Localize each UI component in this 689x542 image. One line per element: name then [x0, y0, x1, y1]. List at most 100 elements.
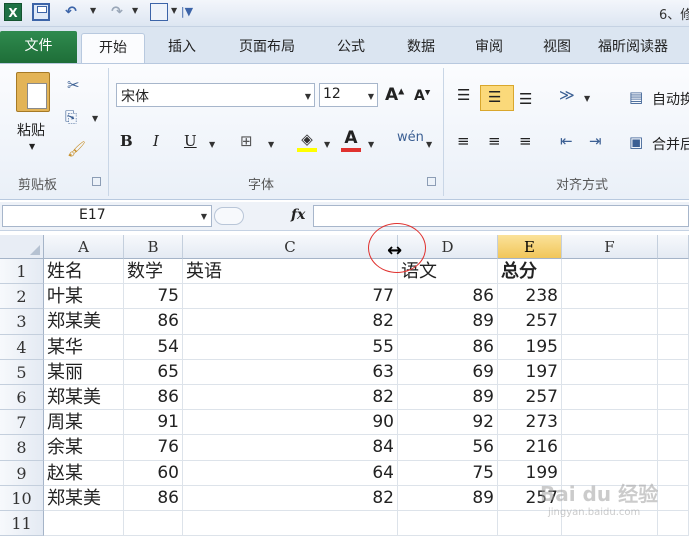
undo-dropdown-icon[interactable]: ▼ — [90, 6, 96, 15]
cell-g11[interactable] — [658, 511, 689, 537]
row-header-8[interactable]: 8 — [0, 435, 44, 461]
chevron-down-icon[interactable]: ▼ — [305, 92, 311, 101]
cell-e2[interactable]: 238 — [498, 284, 562, 310]
orientation-icon[interactable]: ≫ — [559, 86, 575, 104]
redo-icon[interactable]: ↷ — [108, 3, 126, 21]
cell-d6[interactable]: 89 — [398, 385, 498, 411]
cell-g3[interactable] — [658, 309, 689, 335]
cell-g9[interactable] — [658, 460, 689, 486]
cell-a11[interactable] — [44, 511, 124, 537]
column-header-a[interactable]: A — [44, 235, 124, 259]
cell-b7[interactable]: 91 — [124, 410, 183, 436]
tab-review[interactable]: 审阅 — [460, 33, 518, 63]
cell-f8[interactable] — [562, 435, 658, 461]
cell-f4[interactable] — [562, 334, 658, 360]
decrease-font-icon[interactable]: A▼ — [414, 88, 430, 104]
cell-a2[interactable]: 叶某 — [44, 284, 124, 310]
align-top-icon[interactable]: ☰ — [457, 86, 470, 104]
tab-home[interactable]: 开始 — [81, 33, 145, 63]
cell-f7[interactable] — [562, 410, 658, 436]
cell-a9[interactable]: 赵某 — [44, 460, 124, 486]
cell-g2[interactable] — [658, 284, 689, 310]
cell-f2[interactable] — [562, 284, 658, 310]
row-header-7[interactable]: 7 — [0, 410, 44, 436]
cell-b11[interactable] — [124, 511, 183, 537]
form-dropdown-icon[interactable]: ▼ — [171, 6, 177, 15]
cell-b8[interactable]: 76 — [124, 435, 183, 461]
select-all-button[interactable] — [0, 235, 44, 259]
cell-g7[interactable] — [658, 410, 689, 436]
cell-c6[interactable]: 82 — [183, 385, 398, 411]
tab-formulas[interactable]: 公式 — [322, 33, 380, 63]
cell-a3[interactable]: 郑某美 — [44, 309, 124, 335]
column-header-e[interactable]: E — [498, 235, 562, 259]
paste-dropdown-icon[interactable]: ▼ — [29, 142, 35, 151]
underline-button[interactable]: U — [184, 132, 197, 150]
save-icon[interactable] — [32, 3, 50, 21]
tab-foxit-reader[interactable]: 福昕阅读器 — [598, 33, 689, 63]
tab-data[interactable]: 数据 — [392, 33, 450, 63]
cell-c9[interactable]: 64 — [183, 460, 398, 486]
cell-e1[interactable]: 总分 — [498, 259, 562, 285]
customize-qat-icon[interactable]: |▼ — [178, 3, 196, 21]
format-painter-icon[interactable]: 🖌 — [67, 140, 86, 158]
cell-c8[interactable]: 84 — [183, 435, 398, 461]
cell-e5[interactable]: 197 — [498, 359, 562, 385]
underline-dropdown-icon[interactable]: ▼ — [209, 140, 215, 149]
formula-input[interactable] — [313, 205, 689, 227]
border-icon[interactable]: ⊞ — [240, 132, 253, 150]
cell-c3[interactable]: 82 — [183, 309, 398, 335]
row-header-11[interactable]: 11 — [0, 511, 44, 537]
cell-d5[interactable]: 69 — [398, 359, 498, 385]
cell-b6[interactable]: 86 — [124, 385, 183, 411]
insert-function-icon[interactable]: fx — [291, 207, 305, 223]
paste-button[interactable]: 粘贴 — [17, 120, 45, 140]
cell-d10[interactable]: 89 — [398, 485, 498, 511]
form-icon[interactable] — [150, 3, 168, 21]
redo-dropdown-icon[interactable]: ▼ — [132, 6, 138, 15]
cell-c5[interactable]: 63 — [183, 359, 398, 385]
orientation-dropdown-icon[interactable]: ▼ — [584, 94, 590, 103]
cell-a7[interactable]: 周某 — [44, 410, 124, 436]
decrease-indent-icon[interactable]: ⇤ — [560, 132, 573, 150]
tab-view[interactable]: 视图 — [528, 33, 586, 63]
font-launcher-icon[interactable] — [427, 177, 436, 186]
cell-g1[interactable] — [658, 259, 689, 285]
cell-c2[interactable]: 77 — [183, 284, 398, 310]
cell-b9[interactable]: 60 — [124, 460, 183, 486]
tab-file[interactable]: 文件 — [0, 31, 77, 63]
align-bottom-icon[interactable]: ☰ — [519, 90, 532, 108]
bold-button[interactable]: B — [120, 132, 133, 150]
paste-icon[interactable] — [16, 72, 50, 112]
chevron-down-icon[interactable]: ▼ — [201, 212, 207, 221]
row-header-3[interactable]: 3 — [0, 309, 44, 335]
copy-icon[interactable]: ⎘ — [65, 108, 77, 126]
align-center-icon[interactable]: ≡ — [488, 132, 501, 150]
wrap-text-button[interactable]: 自动换 — [652, 89, 689, 109]
font-color-dropdown-icon[interactable]: ▼ — [368, 140, 374, 149]
column-header-g[interactable] — [658, 235, 689, 259]
cell-f5[interactable] — [562, 359, 658, 385]
column-header-c[interactable]: C — [183, 235, 398, 259]
row-header-10[interactable]: 10 — [0, 485, 44, 511]
increase-indent-icon[interactable]: ⇥ — [589, 132, 602, 150]
cell-a4[interactable]: 某华 — [44, 334, 124, 360]
column-header-b[interactable]: B — [124, 235, 183, 259]
cut-icon[interactable]: ✂ — [67, 76, 80, 94]
row-header-2[interactable]: 2 — [0, 284, 44, 310]
cell-d3[interactable]: 89 — [398, 309, 498, 335]
cell-b10[interactable]: 86 — [124, 485, 183, 511]
merge-center-button[interactable]: 合并后 — [652, 134, 689, 154]
cell-d11[interactable] — [398, 511, 498, 537]
row-header-1[interactable]: 1 — [0, 259, 44, 285]
cell-d7[interactable]: 92 — [398, 410, 498, 436]
cell-g5[interactable] — [658, 359, 689, 385]
row-header-9[interactable]: 9 — [0, 460, 44, 486]
cell-b4[interactable]: 54 — [124, 334, 183, 360]
cell-b1[interactable]: 数学 — [124, 259, 183, 285]
cell-c10[interactable]: 82 — [183, 485, 398, 511]
font-name-combo[interactable]: 宋体 ▼ — [116, 83, 315, 107]
cell-a8[interactable]: 余某 — [44, 435, 124, 461]
cell-e4[interactable]: 195 — [498, 334, 562, 360]
cell-g4[interactable] — [658, 334, 689, 360]
